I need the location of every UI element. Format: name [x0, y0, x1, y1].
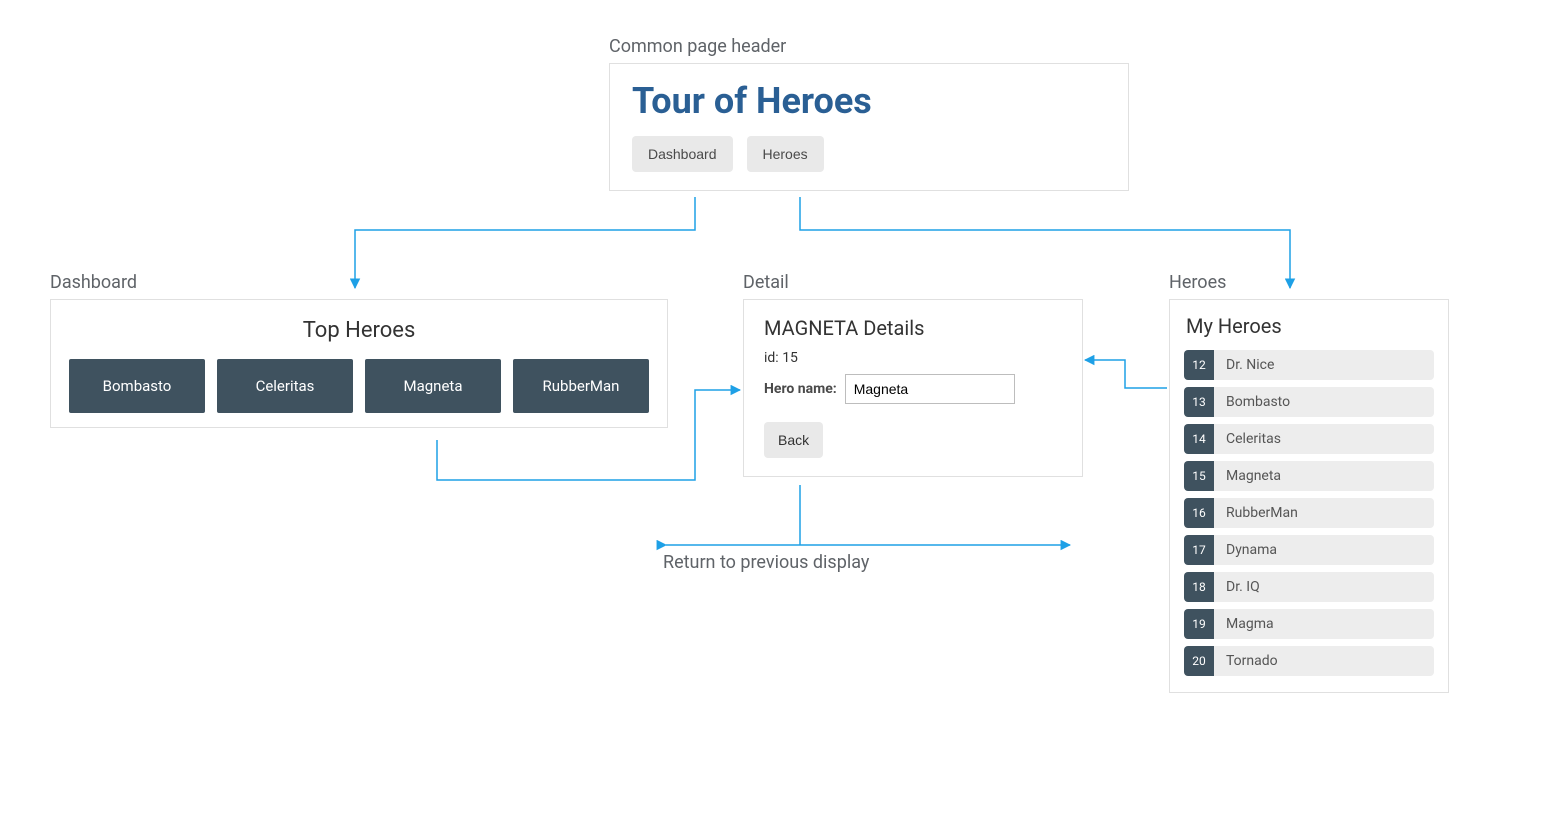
hero-id-badge: 19	[1184, 609, 1214, 639]
hero-tile[interactable]: Bombasto	[69, 359, 205, 413]
hero-list-item[interactable]: 20Tornado	[1184, 646, 1434, 676]
hero-name-label: Magneta	[1214, 461, 1434, 491]
back-button[interactable]: Back	[764, 422, 823, 458]
nav-dashboard-button[interactable]: Dashboard	[632, 136, 733, 172]
detail-id-value: 15	[782, 350, 798, 366]
dashboard-title: Top Heroes	[69, 318, 649, 343]
return-caption: Return to previous display	[663, 552, 869, 573]
hero-name-label: Bombasto	[1214, 387, 1434, 417]
hero-id-badge: 18	[1184, 572, 1214, 602]
hero-id-badge: 12	[1184, 350, 1214, 380]
hero-id-badge: 16	[1184, 498, 1214, 528]
app-title: Tour of Heroes	[632, 80, 1106, 122]
hero-id-badge: 20	[1184, 646, 1214, 676]
detail-panel: MAGNETA Details id: 15 Hero name: Back	[743, 299, 1083, 477]
hero-tile[interactable]: Magneta	[365, 359, 501, 413]
hero-list-item[interactable]: 12Dr. Nice	[1184, 350, 1434, 380]
hero-name-label: RubberMan	[1214, 498, 1434, 528]
hero-list-item[interactable]: 18Dr. IQ	[1184, 572, 1434, 602]
hero-name-label: Tornado	[1214, 646, 1434, 676]
hero-name-label: Magma	[1214, 609, 1434, 639]
header-panel: Tour of Heroes Dashboard Heroes	[609, 63, 1129, 191]
hero-list-item[interactable]: 16RubberMan	[1184, 498, 1434, 528]
detail-section-label: Detail	[743, 272, 1083, 293]
heroes-section-label: Heroes	[1169, 272, 1449, 293]
hero-list-item[interactable]: 19Magma	[1184, 609, 1434, 639]
hero-list-item[interactable]: 15Magneta	[1184, 461, 1434, 491]
hero-list-item[interactable]: 13Bombasto	[1184, 387, 1434, 417]
hero-id-badge: 13	[1184, 387, 1214, 417]
detail-name-label: Hero name:	[764, 381, 837, 397]
hero-id-badge: 15	[1184, 461, 1214, 491]
hero-name-label: Dynama	[1214, 535, 1434, 565]
hero-tile[interactable]: RubberMan	[513, 359, 649, 413]
hero-tile[interactable]: Celeritas	[217, 359, 353, 413]
hero-name-label: Dr. Nice	[1214, 350, 1434, 380]
hero-name-label: Celeritas	[1214, 424, 1434, 454]
hero-name-label: Dr. IQ	[1214, 572, 1434, 602]
nav-heroes-button[interactable]: Heroes	[747, 136, 824, 172]
hero-name-input[interactable]	[845, 374, 1015, 404]
hero-list-item[interactable]: 17Dynama	[1184, 535, 1434, 565]
hero-list-item[interactable]: 14Celeritas	[1184, 424, 1434, 454]
hero-id-badge: 17	[1184, 535, 1214, 565]
dashboard-panel: Top Heroes Bombasto Celeritas Magneta Ru…	[50, 299, 668, 428]
heroes-panel: My Heroes 12Dr. Nice13Bombasto14Celerita…	[1169, 299, 1449, 693]
hero-id-badge: 14	[1184, 424, 1214, 454]
dashboard-section-label: Dashboard	[50, 272, 668, 293]
header-section-label: Common page header	[609, 36, 1129, 57]
detail-id-line: id: 15	[764, 350, 1062, 366]
heroes-title: My Heroes	[1186, 314, 1434, 338]
detail-title: MAGNETA Details	[764, 316, 1062, 340]
detail-id-label: id:	[764, 350, 779, 366]
